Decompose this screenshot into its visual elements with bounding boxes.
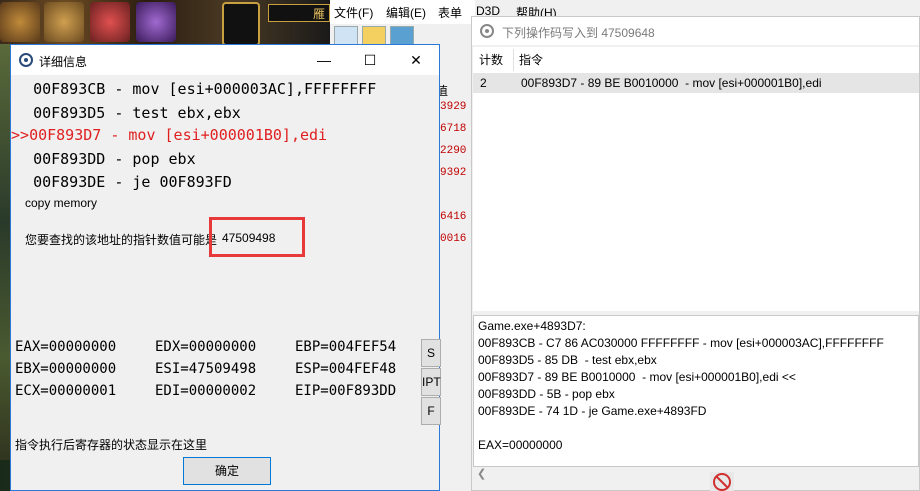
annotation-box [209, 217, 305, 257]
s-button[interactable]: S [421, 339, 441, 367]
menu-table[interactable]: 表单 [438, 4, 462, 21]
table-row[interactable]: 2 00F893D7 - 89 BE B0010000 - mov [esi+0… [473, 73, 919, 93]
game-clock-icon [222, 2, 260, 46]
game-warrior-icon [44, 2, 84, 42]
column-header-instruction[interactable]: 指令 [519, 47, 543, 73]
info-line: 00F893D7 - 89 BE B0010000 - mov [esi+000… [478, 370, 796, 384]
background-value-column: 3929 6718 2290 9392 6416 0016 [440, 96, 470, 250]
stop-icon[interactable] [710, 472, 734, 491]
footer-note: 指令执行后寄存器的状态显示在这里 [15, 438, 208, 452]
menu-edit[interactable]: 编辑(E) [386, 4, 426, 21]
opcode-title: 下列操作码写入到 47509648 [502, 26, 655, 40]
ok-button[interactable]: 确定 [183, 457, 271, 485]
column-separator [513, 49, 514, 71]
register-esp: ESP=004FEF48 [295, 361, 397, 377]
asm-line: 00F893DD - pop ebx [33, 150, 196, 168]
register-eax: EAX=00000000 [15, 339, 117, 355]
ipt-button[interactable]: IPT [421, 368, 441, 396]
detail-info-window: 详细信息 — ☐ ✕ 00F893CB - mov [esi+000003AC]… [10, 44, 441, 491]
register-edx: EDX=00000000 [155, 339, 257, 355]
register-edi: EDI=00000002 [155, 383, 257, 399]
game-title-banner: 雁 [268, 4, 330, 22]
value-cell: 3929 [440, 101, 467, 113]
game-background-top: 雁 [0, 0, 330, 46]
asm-line: 00F893CB - mov [esi+000003AC],FFFFFFFF [33, 80, 377, 98]
info-line: 00F893DD - 5B - pop ebx [478, 387, 615, 401]
cheat-engine-icon [480, 24, 494, 38]
minimize-button[interactable]: — [301, 45, 347, 75]
copy-memory-link[interactable]: copy memory [25, 196, 97, 210]
close-button[interactable]: ✕ [393, 45, 439, 75]
info-line: 00F893DE - 74 1D - je Game.exe+4893FD [478, 404, 707, 418]
asm-line-current: >>00F893D7 - mov [esi+000001B0],edi [11, 126, 328, 144]
pointer-hint-label: 您要查找的该地址的指针数值可能是 [25, 233, 218, 247]
opcode-title-bar[interactable]: 下列操作码写入到 47509648 [472, 17, 919, 45]
info-line: EAX=00000000 [478, 438, 563, 452]
detail-title-bar[interactable]: 详细信息 — ☐ ✕ [11, 45, 439, 75]
value-cell [440, 184, 470, 206]
register-ebp: EBP=004FEF54 [295, 339, 397, 355]
horizontal-scrollbar[interactable]: ❮ [473, 467, 919, 483]
value-cell: 6416 [440, 211, 467, 223]
f-button[interactable]: F [421, 397, 441, 425]
register-esi: ESI=47509498 [155, 361, 257, 377]
menu-file[interactable]: 文件(F) [334, 4, 373, 21]
value-cell: 9392 [440, 167, 467, 179]
instruction-info-pane: Game.exe+4893D7: 00F893CB - C7 86 AC0300… [473, 315, 919, 467]
info-line: Game.exe+4893D7: [478, 319, 586, 333]
scroll-left-icon[interactable]: ❮ [477, 467, 486, 480]
row-count: 2 [480, 76, 487, 90]
cheat-engine-icon [19, 53, 33, 67]
maximize-button[interactable]: ☐ [347, 45, 393, 75]
asm-line: 00F893DE - je 00F893FD [33, 173, 232, 191]
register-eip: EIP=00F893DD [295, 383, 397, 399]
main-menu-bar: 文件(F) 编辑(E) 表单 [330, 0, 475, 24]
info-line: 00F893CB - C7 86 AC030000 FFFFFFFF - mov… [478, 336, 884, 350]
detail-title: 详细信息 [39, 55, 88, 69]
game-shield-icon [90, 2, 130, 42]
column-header-count[interactable]: 计数 [479, 47, 503, 73]
register-ebx: EBX=00000000 [15, 361, 117, 377]
asm-line: 00F893D5 - test ebx,ebx [33, 104, 241, 122]
value-cell: 2290 [440, 145, 467, 157]
value-cell: 0016 [440, 233, 467, 245]
game-gem-icon [136, 2, 176, 42]
info-line: 00F893D5 - 85 DB - test ebx,ebx [478, 353, 657, 367]
opcode-list: 计数 指令 2 00F893D7 - 89 BE B0010000 - mov … [473, 47, 919, 312]
value-cell: 6718 [440, 123, 467, 135]
opcode-writer-window: 下列操作码写入到 47509648 计数 指令 2 00F893D7 - 89 … [471, 16, 920, 491]
row-instruction: 00F893D7 - 89 BE B0010000 - mov [esi+000… [521, 76, 822, 90]
game-helmet-icon [0, 2, 40, 42]
register-ecx: ECX=00000001 [15, 383, 117, 399]
